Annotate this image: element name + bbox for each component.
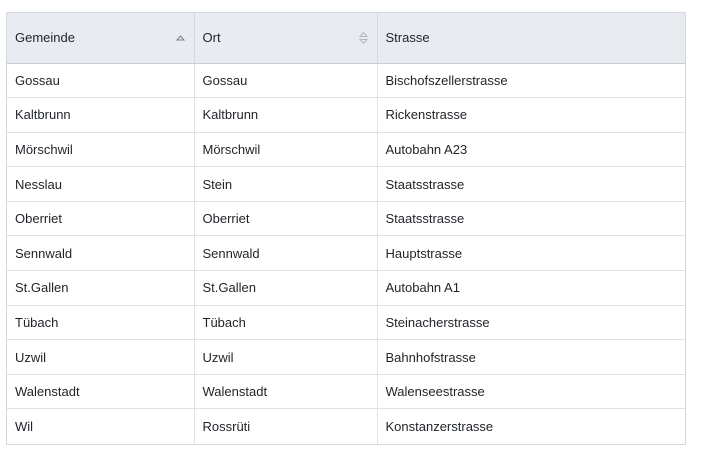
cell-ort: Oberriet — [194, 201, 378, 237]
cell-gemeinde: Mörschwil — [7, 132, 195, 168]
cell-ort: Gossau — [194, 63, 378, 99]
header-row: Gemeinde Ort Strasse — [7, 13, 685, 64]
column-header-label: Ort — [202, 30, 221, 46]
cell-ort: Mörschwil — [194, 132, 378, 168]
table-row[interactable]: Mörschwil Mörschwil Autobahn A23 — [7, 132, 685, 168]
table: Gemeinde Ort Strasse Gossau Gossau Bisch… — [7, 13, 685, 444]
column-header-label: Strasse — [385, 30, 430, 46]
cell-gemeinde: Kaltbrunn — [7, 97, 195, 133]
cell-ort: Stein — [194, 166, 378, 202]
cell-strasse: Hauptstrasse — [377, 235, 685, 272]
cell-strasse: Bahnhofstrasse — [377, 339, 685, 375]
cell-ort: Kaltbrunn — [194, 97, 378, 133]
column-header-strasse: Strasse — [377, 13, 685, 64]
table-header: Gemeinde Ort Strasse — [7, 13, 685, 64]
cell-strasse: Staatsstrasse — [377, 166, 685, 202]
cell-gemeinde: Oberriet — [7, 201, 195, 237]
column-header-label: Gemeinde — [15, 30, 75, 46]
cell-strasse: Staatsstrasse — [377, 201, 685, 237]
table-row[interactable]: Walenstadt Walenstadt Walenseestrasse — [7, 374, 685, 410]
cell-strasse: Steinacherstrasse — [377, 305, 685, 341]
cell-gemeinde: Nesslau — [7, 166, 195, 202]
cell-gemeinde: Walenstadt — [7, 374, 195, 410]
table-row[interactable]: Gossau Gossau Bischofszellerstrasse — [7, 63, 685, 99]
data-table: Gemeinde Ort Strasse Gossau Gossau Bisch… — [6, 12, 686, 445]
table-row[interactable]: Tübach Tübach Steinacherstrasse — [7, 305, 685, 341]
cell-gemeinde: Tübach — [7, 305, 195, 341]
cell-strasse: Rickenstrasse — [377, 97, 685, 133]
table-row[interactable]: Kaltbrunn Kaltbrunn Rickenstrasse — [7, 97, 685, 133]
table-row[interactable]: Nesslau Stein Staatsstrasse — [7, 166, 685, 202]
cell-gemeinde: St.Gallen — [7, 270, 195, 306]
cell-strasse: Autobahn A23 — [377, 132, 685, 168]
cell-strasse: Walenseestrasse — [377, 374, 685, 410]
cell-gemeinde: Sennwald — [7, 235, 195, 272]
table-body: Gossau Gossau Bischofszellerstrasse Kaltbru… — [7, 63, 685, 444]
cell-ort: Tübach — [194, 305, 378, 341]
cell-gemeinde: Wil — [7, 408, 195, 444]
cell-ort: St.Gallen — [194, 270, 378, 306]
cell-ort: Sennwald — [194, 235, 378, 272]
cell-strasse: Bischofszellerstrasse — [377, 63, 685, 99]
table-row[interactable]: St.Gallen St.Gallen Autobahn A1 — [7, 270, 685, 306]
sort-ascending-icon[interactable] — [176, 31, 186, 45]
table-row[interactable]: Wil Rossrüti Konstanzerstrasse — [7, 408, 685, 444]
table-row[interactable]: Sennwald Sennwald Hauptstrasse — [7, 235, 685, 272]
cell-strasse: Konstanzerstrasse — [385, 418, 494, 434]
column-header-gemeinde[interactable]: Gemeinde — [7, 13, 195, 64]
cell-strasse: Autobahn A1 — [377, 270, 685, 306]
column-header-ort[interactable]: Ort — [194, 13, 378, 64]
table-row[interactable]: Oberriet Oberriet Staatsstrasse — [7, 201, 685, 237]
table-row[interactable]: Uzwil Uzwil Bahnhofstrasse — [7, 339, 685, 375]
cell-ort: Walenstadt — [194, 374, 378, 410]
cell-ort: Uzwil — [194, 339, 378, 375]
cell-gemeinde: Gossau — [7, 63, 195, 99]
cell-ort: Rossrüti — [194, 408, 378, 444]
sort-unsorted-icon[interactable] — [359, 31, 369, 45]
cell-gemeinde: Uzwil — [7, 339, 195, 375]
